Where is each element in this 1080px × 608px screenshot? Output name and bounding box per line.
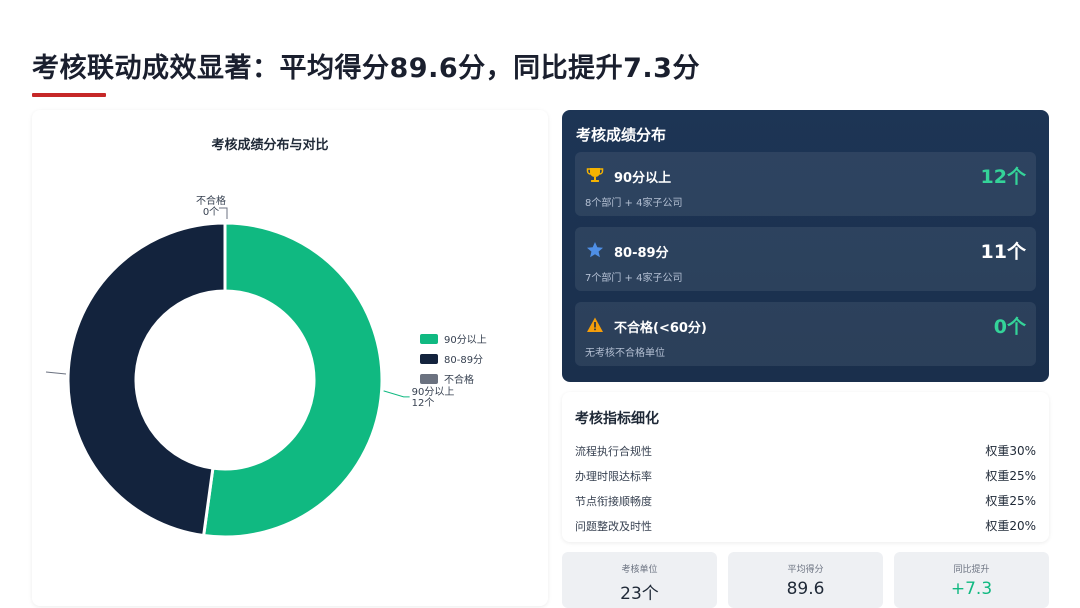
dist-count: 12个 [980,166,1026,188]
dist-count: 11个 [980,241,1026,263]
indicator-row: 办理时限达标率 权重25% [575,463,1036,488]
dist-count: 0个 [993,316,1026,338]
legend-swatch-3 [420,374,438,384]
callout-line-fail [219,207,228,219]
callout-line-90-plus [383,390,410,398]
dist-card-fail: 不合格(<60分) 无考核不合格单位 0个 [575,302,1036,366]
callout-label-90-plus: 90分以上 [412,386,455,398]
indicators-card: 考核指标细化 流程执行合规性 权重30% 办理时限达标率 权重25% 节点衔接顺… [562,392,1049,542]
legend-label-2: 80-89分 [444,354,483,366]
donut-slice-1 [201,221,384,539]
indicator-row: 问题整改及时性 权重20% [575,513,1036,538]
warning-icon [586,316,604,334]
indicator-weight: 权重30% [985,444,1036,458]
legend-label-1: 90分以上 [444,334,487,346]
callout-label-fail: 不合格 [196,194,226,207]
stat-label: 同比提升 [953,565,990,575]
dist-label: 80-89分 [614,246,669,261]
dist-sub: 无考核不合格单位 [585,348,665,359]
indicator-name: 问题整改及时性 [575,519,652,533]
distribution-title: 考核成绩分布 [576,126,667,144]
star-icon [586,241,604,259]
callout-line-80-89 [45,371,67,375]
stat-value: 89.6 [786,579,825,599]
dist-label: 不合格(<60分) [614,321,707,336]
stat-tile-units: 考核单位 23个 [562,552,717,608]
stat-tile-average: 平均得分 89.6 [728,552,883,608]
chart-title: 考核成绩分布与对比 [211,137,328,153]
dist-card-90-plus: 90分以上 8个部门 + 4家子公司 12个 [575,152,1036,216]
indicator-row: 节点衔接顺畅度 权重25% [575,488,1036,513]
stat-label: 平均得分 [787,565,824,575]
dist-label: 90分以上 [614,171,672,186]
dist-sub: 7个部门 + 4家子公司 [585,273,683,284]
indicator-row: 流程执行合规性 权重30% [575,438,1036,463]
callout-value-fail: 0个 [203,206,219,218]
stat-value: 23个 [620,584,659,604]
distribution-panel: 考核成绩分布 90分以上 8个部门 + 4家子公司 12个 80-89分 7个部… [562,110,1049,382]
dist-card-80-89: 80-89分 7个部门 + 4家子公司 11个 [575,227,1036,291]
donut-chart: 考核成绩分布与对比 90分以上12个不合格0个 90分以上80-89分不合格 [45,137,487,539]
stat-label: 考核单位 [621,565,658,575]
dist-sub: 8个部门 + 4家子公司 [585,198,683,209]
stat-value: +7.3 [950,579,993,599]
page-title: 考核联动成效显著：平均得分89.6分，同比提升7.3分 [32,53,700,84]
donut-slice-2 [66,221,227,538]
indicator-name: 流程执行合规性 [575,444,652,458]
stat-tile-growth: 同比提升 +7.3 [894,552,1049,608]
indicator-weight: 权重20% [985,519,1036,533]
indicator-weight: 权重25% [985,494,1036,508]
indicator-name: 办理时限达标率 [575,469,652,483]
indicators-title: 考核指标细化 [575,411,659,427]
callout-value-90-plus: 12个 [412,397,435,409]
title-accent-bar [32,93,106,97]
trophy-icon [586,166,604,184]
indicator-name: 节点衔接顺畅度 [575,494,652,508]
legend-swatch-1 [420,334,438,344]
indicator-weight: 权重25% [985,469,1036,483]
legend-label-3: 不合格 [444,373,474,386]
chart-card: 考核成绩分布与对比 90分以上 12个 不合格 0个 90分以上 80-89分 不合格 [32,110,548,606]
legend-swatch-2 [420,354,438,364]
